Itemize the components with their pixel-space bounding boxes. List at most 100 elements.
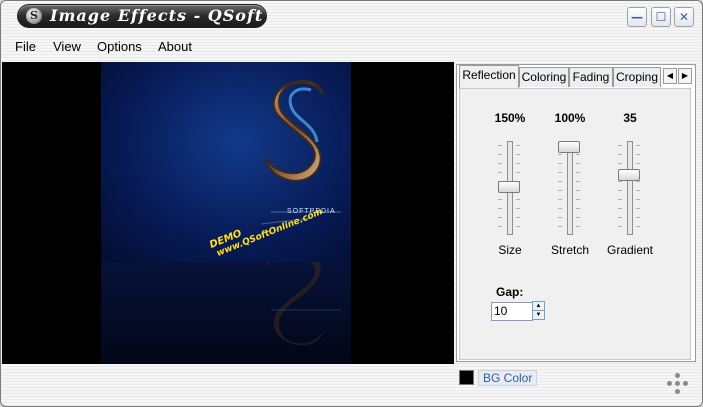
image-preview[interactable]: SOFTPEDIA DEMO www.QSoftOnline.com [2,62,454,364]
slider-tick [558,199,562,200]
slider-tick [558,172,562,173]
menu-view[interactable]: View [53,39,81,54]
slider-tick [516,172,520,173]
grip-dot [675,389,680,394]
preview-image: SOFTPEDIA DEMO www.QSoftOnline.com [101,62,351,262]
slider-tick [576,181,580,182]
tab-croping[interactable]: Croping [613,67,661,87]
slider-tick [618,145,622,146]
gradient-value: 35 [623,111,637,125]
slider-tick [558,181,562,182]
slider-tick [576,208,580,209]
menu-file[interactable]: File [15,39,36,54]
slider-tick [636,145,640,146]
grip-dot [683,381,688,386]
slider-tick [576,217,580,218]
slider-tick [516,217,520,218]
slider-tick [636,208,640,209]
size-slider-thumb[interactable] [498,181,520,193]
menu-about[interactable]: About [158,39,192,54]
tab-scroll-left-icon[interactable]: ◀ [663,68,677,84]
slider-tick [498,154,502,155]
gradient-label: Gradient [606,243,654,257]
minimize-icon[interactable]: — [627,7,647,27]
slider-tick [576,226,580,227]
slider-tick [558,208,562,209]
slider-tick [516,208,520,209]
app-window: S Image Effects - QSoft — ☐ ✕ File View … [0,0,703,407]
slider-tick [618,199,622,200]
stretch-slider-track[interactable] [567,141,573,235]
slider-tick [498,163,502,164]
slider-tick [558,163,562,164]
slider-tick [636,154,640,155]
gradient-ticks-left [618,141,622,233]
slider-tick [618,208,622,209]
slider-tick [558,190,562,191]
slider-tick [498,199,502,200]
slider-tick [576,154,580,155]
bg-color-swatch[interactable] [459,370,474,385]
slider-tick [516,145,520,146]
title-bar[interactable]: S Image Effects - QSoft — ☐ ✕ [1,1,702,31]
size-value: 150% [494,111,526,125]
slider-tick [516,163,520,164]
bg-color-button[interactable]: BG Color [478,370,538,386]
stretch-value: 100% [554,111,586,125]
slider-tick [498,172,502,173]
effects-panel: Reflection Coloring Fading Croping ◀ ▶ 1… [456,64,696,362]
maximize-icon[interactable]: ☐ [651,7,671,27]
slider-tick [498,226,502,227]
close-icon[interactable]: ✕ [674,7,694,27]
slider-tick [618,217,622,218]
tab-scroll-right-icon[interactable]: ▶ [678,68,692,84]
slider-tick [618,154,622,155]
slider-tick [498,208,502,209]
slider-tick [618,190,622,191]
slider-tick [558,154,562,155]
grip-dot [675,381,680,386]
slider-tick [516,226,520,227]
stretch-ticks-right [576,141,580,233]
gradient-slider-thumb[interactable] [618,169,640,181]
stretch-slider-thumb[interactable] [558,141,580,153]
reflection-tab-page: 150% 100% 35 Size Stretch Gradient Gap: … [459,88,691,360]
slider-tick [576,163,580,164]
slider-tick [636,226,640,227]
slider-tick [636,199,640,200]
slider-tick [516,199,520,200]
spin-down-icon[interactable]: ▼ [532,310,545,320]
window-title: Image Effects - QSoft [50,6,264,25]
slider-tick [636,217,640,218]
slider-tick [498,217,502,218]
slider-tick [576,199,580,200]
gap-input[interactable]: 10 [491,302,533,321]
slider-tick [636,190,640,191]
reflection-graphic [265,262,341,346]
gradient-ticks-right [636,141,640,233]
stretch-ticks-left [558,141,562,233]
resize-grip-icon[interactable] [667,373,689,395]
tab-reflection[interactable]: Reflection [459,65,519,88]
slider-tick [618,163,622,164]
reflection-image [101,262,351,364]
slider-tick [636,181,640,182]
grip-dot [675,373,680,378]
tab-fading[interactable]: Fading [569,67,613,87]
tab-coloring[interactable]: Coloring [519,67,569,87]
slider-tick [636,163,640,164]
slider-tick [576,172,580,173]
slider-tick [618,181,622,182]
slider-tick [618,226,622,227]
slider-tick [558,226,562,227]
gap-label: Gap: [496,285,524,299]
logo-s-graphic [260,79,341,225]
gradient-slider-track[interactable] [627,141,633,235]
menu-options[interactable]: Options [97,39,142,54]
slider-tick [576,190,580,191]
app-logo-icon: S [26,8,42,24]
title-pill: S Image Effects - QSoft [17,4,267,28]
slider-tick [516,154,520,155]
grip-dot [667,381,672,386]
slider-tick [558,217,562,218]
